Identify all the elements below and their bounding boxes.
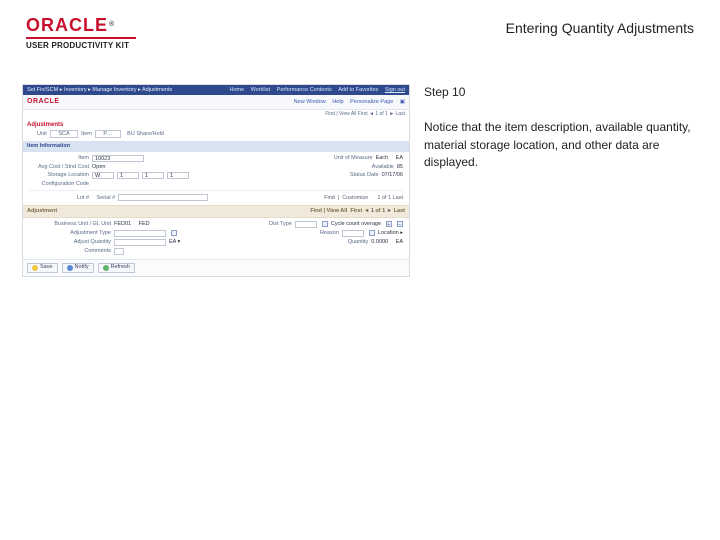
header-find-row: Find | View All First ◄ 1 of 1 ► Last	[23, 110, 409, 120]
lbl-uom: Unit of Measure	[313, 155, 373, 161]
val-uom: Each	[376, 155, 389, 161]
notify-icon	[67, 265, 73, 271]
lookup-icon[interactable]	[322, 221, 328, 227]
lbl-storage: Storage Location	[29, 172, 89, 178]
find-label-top: Find	[325, 111, 335, 117]
inp-adjtype[interactable]	[114, 230, 166, 237]
lookup-icon-2[interactable]	[369, 230, 375, 236]
item-info-band: Item Information	[23, 141, 409, 151]
val-available: 85	[397, 164, 403, 170]
adjustment-band-label: Adjustment	[27, 208, 57, 214]
tab-favorites[interactable]: Add to Favorites	[338, 87, 378, 93]
item-info-grid: Item 10023 Unit of Measure Each EA Avg C…	[23, 152, 409, 206]
val-cost: Open	[92, 164, 105, 170]
step-label: Step 10	[424, 84, 694, 101]
refresh-icon	[103, 265, 109, 271]
notify-button[interactable]: Notify	[62, 263, 94, 273]
unit-value: SCA	[50, 130, 77, 138]
val-item: 10023	[92, 155, 144, 162]
unit-label: Unit	[37, 131, 47, 137]
lbl-item: Item	[29, 155, 89, 161]
save-button[interactable]: Save	[27, 263, 58, 273]
refresh-button[interactable]: Refresh	[98, 263, 135, 273]
app-oracle-logo: ORACLE	[27, 98, 60, 106]
lbl-cost: Avg Cost / Stnd Cost	[29, 164, 89, 170]
save-icon	[32, 265, 38, 271]
lbl-adjtype: Adjustment Type	[29, 230, 111, 236]
app-topbar: Set Fin/SCM ▸ Inventory ▸ Manage Invento…	[23, 85, 409, 95]
val-statusdate: 07/17/06	[382, 172, 403, 178]
lbl-bu: Business Unit / GL Unit	[29, 221, 111, 227]
val-qty: 0.0000	[371, 239, 388, 245]
lbl-reason: Reason	[299, 230, 339, 236]
brand-block: ORACLE® USER PRODUCTIVITY KIT	[26, 16, 136, 50]
lot-nav: Find | Customize 1 of 1 Last	[324, 194, 403, 201]
inp-reason[interactable]	[342, 230, 364, 237]
oracle-logo-text: ORACLE	[26, 15, 108, 35]
brand-divider	[26, 37, 136, 39]
link-help[interactable]: Help	[332, 99, 343, 105]
signout-link[interactable]: Sign out	[385, 87, 405, 93]
lbl-lot: Lot #	[29, 195, 89, 201]
tab-home[interactable]: Home	[229, 87, 244, 93]
item-value: P…	[95, 130, 120, 138]
inp-disttype[interactable]	[295, 221, 317, 228]
tab-worklist[interactable]: Worklist	[251, 87, 270, 93]
adjustment-grid: Business Unit / GL Unit FED01 FED Dist T…	[23, 218, 409, 259]
bu-value: Share/Hold	[136, 131, 164, 137]
brandbar-links: New Window Help Personalize Page ▣	[289, 99, 405, 105]
adjustment-band: Adjustment Find | View All First ◄ 1 of …	[23, 205, 409, 217]
footer-toolbar: Save Notify Refresh	[23, 259, 409, 276]
val-reason-desc[interactable]: Location ▸	[378, 230, 403, 236]
val-bu: FED01	[114, 221, 131, 227]
lbl-statusdate: Status Date	[319, 172, 379, 178]
val-storage-a: W	[92, 172, 114, 179]
del-row-icon[interactable]: −	[397, 221, 403, 227]
lbl-available: Available	[334, 164, 394, 170]
section-title: Adjustments	[23, 120, 409, 129]
instruction-text: Notice that the item description, availa…	[424, 119, 694, 171]
inp-comments[interactable]	[114, 248, 124, 255]
item-label: Item	[81, 131, 92, 137]
lbl-qty: Quantity	[328, 239, 368, 245]
dropdown-icon[interactable]	[171, 230, 177, 236]
val-storage-d: 1	[167, 172, 189, 179]
instruction-panel: Step 10 Notice that the item description…	[424, 84, 694, 277]
page-title: Entering Quantity Adjustments	[506, 16, 694, 36]
val-adjqty-uom[interactable]: EA ▾	[169, 239, 180, 245]
lbl-comments: Comments	[29, 248, 111, 254]
lbl-serial: Serial #	[97, 195, 116, 201]
val-disttype-desc: Cycle count overage	[331, 221, 381, 227]
link-grid-icon[interactable]: ▣	[400, 99, 405, 105]
tab-performance[interactable]: Performance Contents	[277, 87, 332, 93]
lbl-adjqty: Adjust Quantity	[29, 239, 111, 245]
org-line: Unit SCA Item P… BU Share/Hold	[23, 129, 409, 141]
lbl-disttype: Dist Type	[252, 221, 292, 227]
lbl-config: Configuration Code	[29, 181, 89, 187]
oracle-logo: ORACLE®	[26, 16, 136, 34]
val-serial[interactable]	[118, 194, 208, 201]
val-storage-c: 1	[142, 172, 164, 179]
inp-adjqty[interactable]	[114, 239, 166, 246]
val-storage-b: 1	[117, 172, 139, 179]
app-screenshot: Set Fin/SCM ▸ Inventory ▸ Manage Invento…	[22, 84, 410, 277]
topbar-tabs: Home Worklist Performance Contents Add t…	[224, 87, 405, 93]
adj-nav: First ◄ 1 of 1 ► Last	[350, 208, 405, 214]
adj-find[interactable]: Find | View All	[310, 208, 347, 214]
bu-label: BU	[127, 131, 135, 137]
add-row-icon[interactable]: +	[386, 221, 392, 227]
brand-subtitle: USER PRODUCTIVITY KIT	[26, 41, 136, 50]
app-brandbar: ORACLE New Window Help Personalize Page …	[23, 95, 409, 110]
link-personalize[interactable]: Personalize Page	[350, 99, 393, 105]
link-new-window[interactable]: New Window	[294, 99, 326, 105]
breadcrumb: Set Fin/SCM ▸ Inventory ▸ Manage Invento…	[27, 87, 172, 93]
